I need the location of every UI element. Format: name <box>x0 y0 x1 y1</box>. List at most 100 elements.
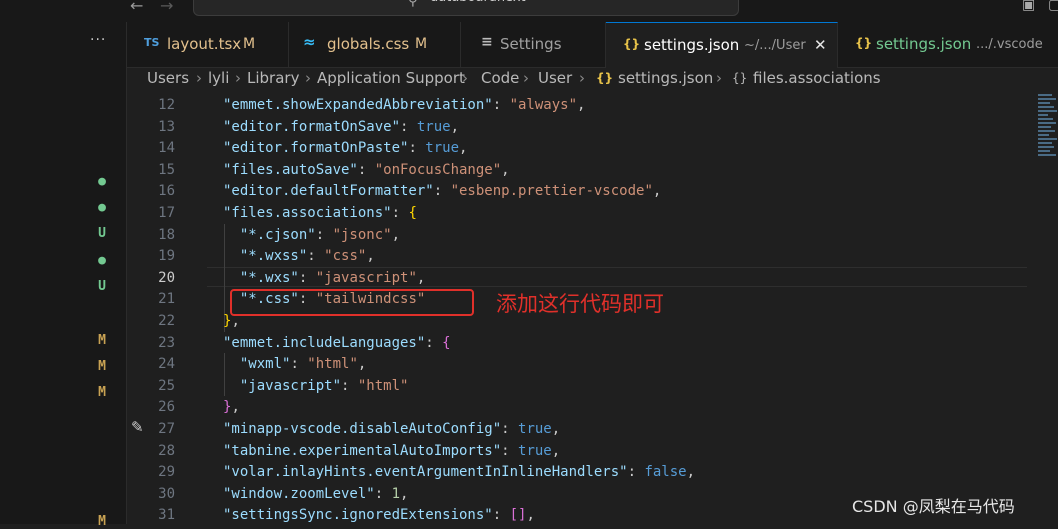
breadcrumb-item[interactable]: Application Support <box>317 69 465 87</box>
tab-globals-css[interactable]: ≈ globals.css M <box>289 22 461 68</box>
code-token: "javascript" <box>239 378 342 394</box>
code-token: [] <box>509 507 527 523</box>
line-number: 18 <box>158 227 175 243</box>
code-line[interactable]: "javascript": "html" <box>223 378 409 394</box>
code-token: { <box>408 205 417 221</box>
breadcrumb-item[interactable]: Library <box>247 69 299 87</box>
line-number: 14 <box>158 140 175 156</box>
json-file-icon: {} <box>855 36 873 50</box>
line-number: 28 <box>158 443 175 459</box>
git-status-dot: ● <box>98 200 106 215</box>
code-line[interactable]: "wxml": "html", <box>223 356 366 372</box>
line-number: 17 <box>158 205 175 221</box>
code-line[interactable]: "editor.formatOnSave": true, <box>223 119 459 135</box>
tab-settings-json-workspace[interactable]: {} settings.json .../.vscode <box>838 22 1058 68</box>
tab-settings-json-user[interactable]: {} settings.json ~/.../User ✕ <box>606 22 838 68</box>
code-line[interactable]: "*.wxs": "javascript", <box>223 270 425 286</box>
code-line[interactable]: "window.zoomLevel": 1, <box>223 486 408 502</box>
code-line[interactable]: "*.cjson": "jsonc", <box>223 227 400 243</box>
close-icon[interactable]: ✕ <box>814 36 827 54</box>
minimap[interactable] <box>1038 94 1058 158</box>
code-line[interactable]: "editor.formatOnPaste": true, <box>223 140 467 156</box>
breadcrumb-item[interactable]: Users <box>147 69 189 87</box>
line-number: 13 <box>158 119 175 135</box>
more-actions-icon[interactable]: ··· <box>90 32 106 48</box>
annotation-note: 添加这行代码即可 <box>496 292 664 316</box>
code-line[interactable]: "volar.inlayHints.eventArgumentInInlineH… <box>223 464 695 480</box>
code-token: "always" <box>509 97 578 113</box>
code-line[interactable]: "tabnine.experimentalAutoImports": true, <box>223 443 560 459</box>
code-line[interactable]: }, <box>223 399 240 415</box>
code-line[interactable]: "files.associations": { <box>223 205 417 221</box>
forward-arrow-icon[interactable]: → <box>160 0 173 15</box>
code-token: "onFocusChange" <box>374 162 502 178</box>
code-token: : <box>425 335 443 351</box>
search-icon: ⚲ <box>408 0 418 9</box>
line-number: 27 <box>158 421 175 437</box>
command-center-search[interactable]: ⚲ databoardnext <box>193 0 739 16</box>
json-file-icon: {} <box>596 71 614 85</box>
code-token: , <box>450 119 460 135</box>
tab-settings-ui[interactable]: ≡ Settings <box>461 22 606 68</box>
code-token: "editor.formatOnPaste" <box>223 140 409 156</box>
code-line[interactable]: "minapp-vscode.disableAutoConfig": true, <box>223 421 560 437</box>
line-number: 19 <box>158 248 175 264</box>
code-line[interactable]: "emmet.includeLanguages": { <box>223 335 451 351</box>
code-token: : <box>400 119 417 135</box>
modified-indicator: M <box>243 36 256 52</box>
code-line[interactable]: "editor.defaultFormatter": "esbenp.prett… <box>223 183 661 199</box>
code-token: false <box>644 464 687 480</box>
code-token: : <box>408 140 426 156</box>
watermark: CSDN @凤梨在马代码 <box>852 497 1015 516</box>
code-line[interactable]: "*.wxss": "css", <box>223 248 375 264</box>
line-number: 26 <box>158 399 175 415</box>
git-status-dot: ● <box>98 253 106 268</box>
breadcrumb-item[interactable]: User <box>538 69 572 87</box>
line-number: 24 <box>158 356 175 372</box>
back-arrow-icon[interactable]: ← <box>130 0 143 15</box>
chevron-right-icon: › <box>305 69 311 87</box>
code-token: "settingsSync.ignoredExtensions" <box>223 507 493 523</box>
code-line[interactable]: "files.autoSave": "onFocusChange", <box>223 162 510 178</box>
code-token: : <box>501 421 519 437</box>
code-token: "*.wxs" <box>239 270 299 286</box>
code-token: , <box>551 421 561 437</box>
breadcrumb-item[interactable]: settings.json <box>618 69 713 87</box>
chevron-right-icon: › <box>235 69 241 87</box>
chevron-right-icon: › <box>523 69 529 87</box>
code-token: "jsonc" <box>332 227 392 243</box>
line-number: 12 <box>158 97 175 113</box>
code-token: "editor.formatOnSave" <box>223 119 401 135</box>
git-status-untracked: U <box>98 226 106 241</box>
code-token: , <box>357 356 367 372</box>
code-line[interactable]: "settingsSync.ignoredExtensions": [], <box>223 507 535 523</box>
line-number: 15 <box>158 162 175 178</box>
toggle-panel-icon[interactable]: ▢ <box>1048 0 1058 13</box>
explorer-sidebar: ··· ● ● U ● U M M M M <box>0 22 127 529</box>
code-token: : <box>341 378 358 394</box>
breadcrumb-item[interactable]: lyli <box>208 69 229 87</box>
typescript-file-icon: TS <box>144 36 160 49</box>
code-token: : <box>492 97 510 113</box>
code-token: , <box>686 464 696 480</box>
tab-label: settings.json <box>644 36 740 54</box>
code-token: "*.cjson" <box>239 227 316 243</box>
chevron-right-icon: › <box>196 69 202 87</box>
line-number: 25 <box>158 378 175 394</box>
line-number: 20 <box>158 270 175 286</box>
breadcrumb-item[interactable]: Code <box>481 69 519 87</box>
code-line[interactable]: "emmet.showExpandedAbbreviation": "alway… <box>223 97 585 113</box>
tab-layout-tsx[interactable]: TS layout.tsx M <box>127 22 289 68</box>
code-token: , <box>501 162 510 178</box>
workspace-name: databoardnext <box>430 0 526 5</box>
code-token: "javascript" <box>315 270 417 286</box>
toggle-sidebar-icon[interactable]: ▣ <box>1022 0 1035 13</box>
code-token: : <box>357 162 375 178</box>
code-token: : <box>391 205 409 221</box>
git-status-modified: M <box>98 514 106 529</box>
breadcrumb-item[interactable]: files.associations <box>753 69 881 87</box>
code-token: "editor.defaultFormatter" <box>223 183 434 199</box>
code-token: : <box>492 507 510 523</box>
